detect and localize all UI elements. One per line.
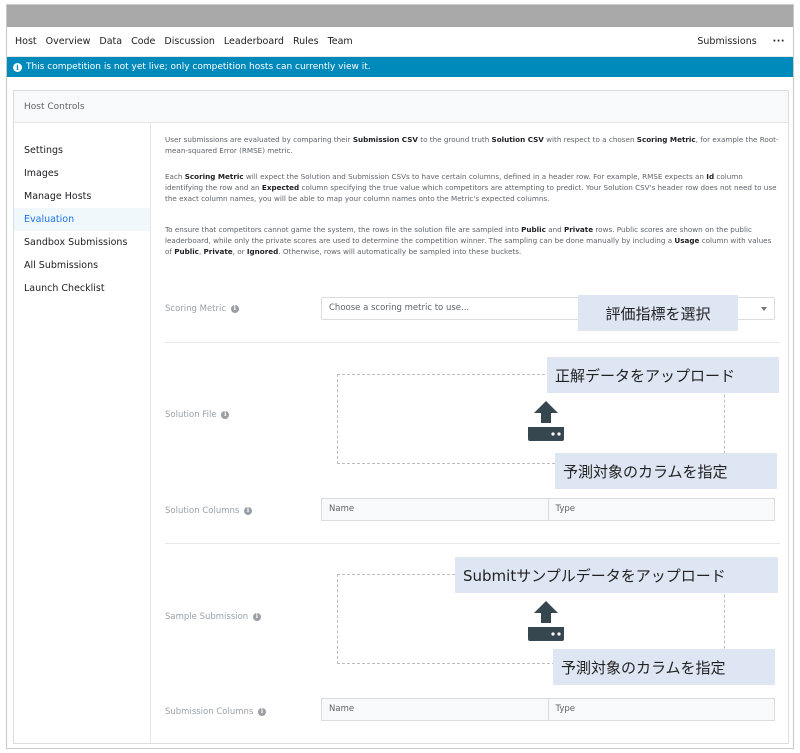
panel-title: Host Controls bbox=[14, 91, 788, 123]
sidebar-item-sandbox-submissions[interactable]: Sandbox Submissions bbox=[14, 231, 150, 254]
sidebar-item-settings[interactable]: Settings bbox=[14, 139, 150, 162]
sidebar-item-launch-checklist[interactable]: Launch Checklist bbox=[14, 277, 150, 300]
submissions-link[interactable]: Submissions bbox=[697, 36, 756, 47]
tab-rules[interactable]: Rules bbox=[293, 36, 319, 47]
evaluation-description-3: To ensure that competitors cannot game t… bbox=[165, 225, 772, 257]
host-sidebar: Settings Images Manage Hosts Evaluation … bbox=[14, 123, 151, 743]
tab-discussion[interactable]: Discussion bbox=[164, 36, 215, 47]
column-type-header: Type bbox=[547, 699, 775, 720]
column-type-header: Type bbox=[547, 499, 775, 520]
tab-host[interactable]: Host bbox=[15, 36, 37, 47]
column-name-header: Name bbox=[329, 704, 355, 714]
annotation-select-metric: 評価指標を選択 bbox=[578, 295, 738, 331]
solution-file-label: Solution File i bbox=[165, 409, 230, 422]
sidebar-item-all-submissions[interactable]: All Submissions bbox=[14, 254, 150, 277]
annotation-upload-solution: 正解データをアップロード bbox=[547, 357, 779, 393]
divider bbox=[165, 543, 780, 544]
submission-columns-label: Submission Columns i bbox=[165, 706, 267, 719]
chevron-down-icon bbox=[761, 307, 767, 311]
tab-overview[interactable]: Overview bbox=[46, 36, 91, 47]
info-icon: i bbox=[13, 62, 22, 72]
annotation-upload-sample: Submitサンプルデータをアップロード bbox=[455, 557, 778, 593]
submission-columns-label-text: Submission Columns bbox=[165, 707, 254, 717]
annotation-specify-columns-1: 予測対象のカラムを指定 bbox=[555, 453, 777, 489]
top-bar bbox=[7, 5, 793, 27]
app-frame: Host Overview Data Code Discussion Leade… bbox=[6, 4, 794, 749]
tab-code[interactable]: Code bbox=[131, 36, 155, 47]
scoring-metric-placeholder: Choose a scoring metric to use... bbox=[329, 303, 470, 313]
sidebar-item-evaluation[interactable]: Evaluation bbox=[14, 208, 150, 231]
more-menu-icon[interactable]: ··· bbox=[773, 36, 785, 47]
sidebar-item-manage-hosts[interactable]: Manage Hosts bbox=[14, 185, 150, 208]
banner-text: This competition is not yet live; only c… bbox=[26, 62, 371, 72]
sidebar-item-images[interactable]: Images bbox=[14, 162, 150, 185]
solution-columns-label-text: Solution Columns bbox=[165, 506, 240, 516]
info-icon: i bbox=[230, 304, 239, 313]
competition-nav: Host Overview Data Code Discussion Leade… bbox=[7, 27, 793, 57]
evaluation-description-1: User submissions are evaluated by compar… bbox=[165, 135, 779, 156]
host-controls-panel: Host Controls Settings Images Manage Hos… bbox=[13, 90, 789, 744]
not-live-banner: i This competition is not yet live; only… bbox=[7, 57, 793, 77]
solution-columns-label: Solution Columns i bbox=[165, 505, 253, 518]
solution-file-label-text: Solution File bbox=[165, 410, 217, 420]
info-icon: i bbox=[221, 410, 230, 419]
info-icon: i bbox=[258, 707, 267, 716]
tab-data[interactable]: Data bbox=[99, 36, 122, 47]
upload-icon bbox=[528, 601, 564, 641]
submission-columns-table[interactable]: Name Type bbox=[321, 698, 775, 721]
sample-submission-label: Sample Submission i bbox=[165, 611, 261, 624]
tab-leaderboard[interactable]: Leaderboard bbox=[224, 36, 284, 47]
scoring-metric-label-text: Scoring Metric bbox=[165, 304, 227, 314]
solution-columns-table[interactable]: Name Type bbox=[321, 498, 775, 521]
annotation-specify-columns-2: 予測対象のカラムを指定 bbox=[553, 649, 775, 685]
column-name-header: Name bbox=[329, 504, 355, 514]
evaluation-description-2: Each Scoring Metric will expect the Solu… bbox=[165, 172, 777, 204]
info-icon: i bbox=[244, 506, 253, 515]
upload-icon bbox=[528, 401, 564, 441]
sample-submission-label-text: Sample Submission bbox=[165, 612, 249, 622]
scoring-metric-label: Scoring Metric i bbox=[165, 303, 239, 316]
divider bbox=[165, 342, 780, 343]
tab-team[interactable]: Team bbox=[328, 36, 353, 47]
info-icon: i bbox=[252, 612, 261, 621]
